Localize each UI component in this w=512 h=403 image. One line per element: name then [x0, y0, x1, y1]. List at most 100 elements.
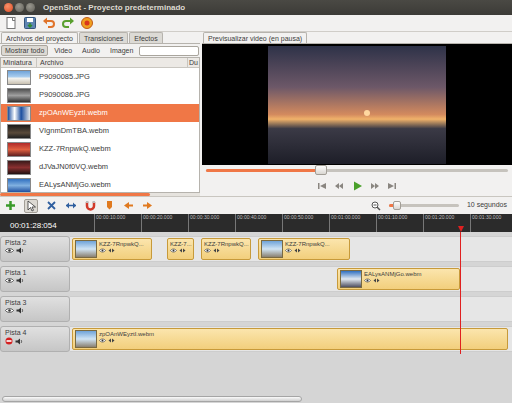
eye-icon[interactable] [5, 277, 14, 284]
file-row[interactable]: EALysANMjGo.webm [1, 176, 199, 193]
timeline-clip[interactable]: KZZ-7RnpwkQ... [258, 238, 350, 260]
eye-icon[interactable] [170, 248, 177, 253]
track-header[interactable]: Pista 2 [0, 236, 70, 262]
file-row[interactable]: P9090085.JPG [1, 68, 199, 86]
track-lane[interactable]: KZZ-7RnpwkQ... KZZ-7... KZZ-7RnpwkQ... KZZ-… [70, 236, 512, 262]
playhead-marker[interactable] [458, 226, 464, 232]
filter-label[interactable]: Audio [82, 47, 100, 54]
eye-icon[interactable] [364, 278, 371, 283]
minimize-icon[interactable] [15, 3, 24, 12]
eye-icon[interactable] [5, 307, 14, 314]
tab-label[interactable]: Transiciones [84, 35, 123, 42]
timeline-clip[interactable]: KZZ-7RnpwkQ... [201, 238, 251, 260]
track-lane[interactable]: EALysANMjGo.webm [70, 266, 512, 292]
filter-button[interactable]: Audio [78, 45, 104, 56]
filter-button[interactable]: Video [50, 45, 76, 56]
timeline-clip[interactable]: KZZ-7RnpwkQ... [72, 238, 152, 260]
filter-button[interactable]: Mostrar todo [1, 45, 48, 56]
seek-track[interactable] [206, 169, 508, 172]
timeline-clip[interactable]: EALysANMjGo.webm [337, 268, 460, 290]
audio-arrows-icon[interactable] [294, 248, 301, 253]
file-name[interactable]: dJVaJN0f0VQ.webm [36, 161, 187, 172]
new-project-icon[interactable] [4, 16, 18, 30]
eye-icon[interactable] [99, 248, 106, 253]
file-name[interactable]: zpOAnWEyztI.webm [36, 107, 187, 118]
snap-magnet-icon[interactable] [85, 200, 96, 211]
select-tool[interactable] [24, 199, 38, 213]
zoom-slider[interactable] [389, 204, 459, 207]
audio-arrows-icon[interactable] [108, 338, 115, 343]
razor-icon[interactable] [46, 200, 57, 211]
undo-icon[interactable] [42, 16, 56, 30]
add-marker-icon[interactable] [104, 200, 115, 211]
project-tab[interactable]: Efectos [129, 32, 162, 43]
speaker-icon[interactable] [16, 307, 24, 314]
project-tab[interactable]: Archivos del proyecto [1, 32, 78, 43]
timeline-scrollbar[interactable] [0, 395, 512, 403]
file-name[interactable]: EALysANMjGo.webm [36, 179, 187, 190]
next-marker-icon[interactable] [142, 200, 153, 211]
timeline-clip[interactable]: zpOAnWEyztI.webm [72, 328, 508, 350]
audio-arrows-icon[interactable] [373, 278, 380, 283]
file-row[interactable]: P9090086.JPG [1, 86, 199, 104]
filter-label[interactable]: Imagen [110, 47, 133, 54]
playhead-line[interactable] [460, 232, 461, 354]
filter-label[interactable]: Mostrar todo [5, 47, 44, 54]
eye-icon[interactable] [5, 247, 14, 254]
audio-arrows-icon[interactable] [213, 248, 220, 253]
jump-end-icon[interactable] [387, 181, 397, 191]
track-lane[interactable]: zpOAnWEyztI.webm [70, 326, 512, 352]
eye-icon[interactable] [204, 248, 211, 253]
previous-marker-icon[interactable] [123, 200, 134, 211]
rewind-icon[interactable] [334, 181, 344, 191]
speaker-icon[interactable] [16, 277, 24, 284]
speaker-icon[interactable] [16, 247, 24, 254]
audio-arrows-icon[interactable] [108, 248, 115, 253]
speaker-icon[interactable] [15, 338, 23, 345]
filter-label[interactable]: Video [54, 47, 72, 54]
filter-button[interactable]: Imagen [106, 45, 137, 56]
close-icon[interactable] [4, 3, 13, 12]
scrollbar-thumb[interactable] [2, 396, 302, 402]
file-row[interactable]: VIgnmDmTBA.webm [1, 122, 199, 140]
file-row[interactable]: zpOAnWEyztI.webm [1, 104, 199, 122]
track-header[interactable]: Pista 3 [0, 296, 70, 322]
seek-handle[interactable] [315, 165, 327, 175]
track-header[interactable]: Pista 1 [0, 266, 70, 292]
ruler-scale[interactable]: 00:00:10.00000:00:20.00000:00:30.00000:0… [70, 214, 512, 232]
file-name[interactable]: VIgnmDmTBA.webm [36, 125, 187, 136]
track-header[interactable]: Pista 4 [0, 326, 70, 352]
zoom-out-icon[interactable] [371, 201, 381, 211]
pointer-icon[interactable] [25, 200, 37, 212]
file-name[interactable]: KZZ-7RnpwkQ.webm [36, 143, 187, 154]
column-header[interactable]: Miniatura [1, 58, 36, 67]
column-header[interactable]: Du [187, 58, 199, 67]
preview-tab[interactable]: Previsualizar video (en pausa) [203, 32, 307, 43]
zoom-handle[interactable] [393, 201, 401, 210]
track-lane[interactable] [70, 296, 512, 322]
resize-icon[interactable] [65, 200, 77, 211]
tab-label[interactable]: Efectos [134, 35, 157, 42]
save-icon[interactable] [23, 16, 37, 30]
column-header[interactable]: Archivo [36, 58, 187, 67]
jump-start-icon[interactable] [317, 181, 327, 191]
audio-arrows-icon[interactable] [179, 248, 186, 253]
project-tab[interactable]: Transiciones [79, 32, 128, 43]
file-name[interactable]: P9090085.JPG [36, 71, 187, 82]
file-name[interactable]: P9090086.JPG [36, 89, 187, 100]
fast-forward-icon[interactable] [370, 181, 380, 191]
play-icon[interactable] [351, 180, 363, 192]
eye-icon[interactable] [285, 248, 292, 253]
eye-icon[interactable] [99, 338, 106, 343]
timeline-clip[interactable]: KZZ-7... [167, 238, 194, 260]
export-icon[interactable] [80, 16, 94, 30]
tab-label[interactable]: Previsualizar video (en pausa) [208, 35, 302, 42]
hidden-icon[interactable] [5, 337, 13, 345]
add-track-icon[interactable] [5, 200, 16, 211]
maximize-icon[interactable] [26, 3, 35, 12]
file-row[interactable]: KZZ-7RnpwkQ.webm [1, 140, 199, 158]
redo-icon[interactable] [61, 16, 75, 30]
file-row[interactable]: dJVaJN0f0VQ.webm [1, 158, 199, 176]
tab-label[interactable]: Archivos del proyecto [6, 35, 73, 42]
search-field[interactable] [139, 46, 199, 56]
